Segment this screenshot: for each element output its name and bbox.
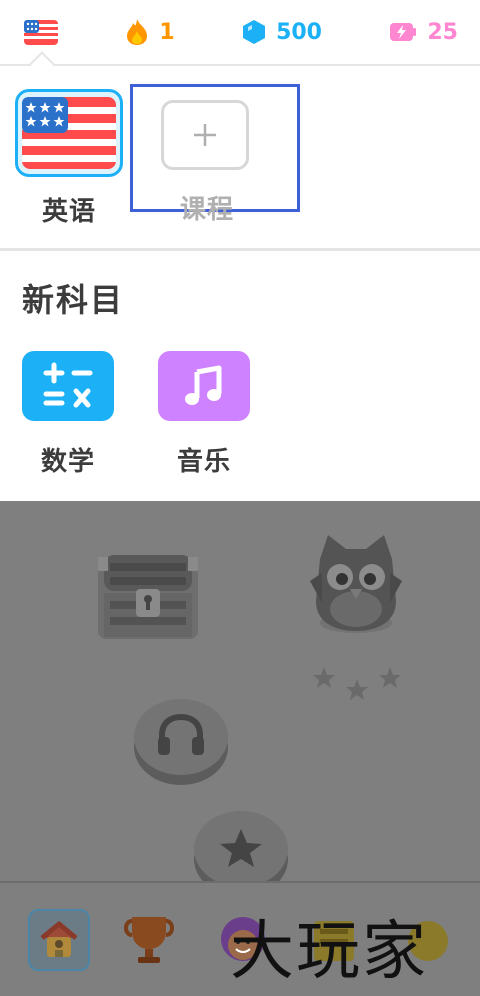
streak-counter[interactable]: 1 (125, 18, 175, 46)
subject-music-label: 音乐 (176, 447, 231, 477)
gem-icon (243, 20, 266, 44)
us-flag-icon (24, 19, 58, 45)
plus-icon (161, 100, 249, 170)
learning-path-overlay (0, 501, 480, 881)
battery-energy-icon (390, 23, 417, 41)
add-course-button[interactable]: 课程 (130, 84, 300, 225)
gems-count: 500 (276, 19, 322, 45)
streak-count: 1 (159, 19, 175, 45)
fire-icon (127, 19, 148, 45)
trophy-icon (124, 917, 174, 963)
section-title: 新科目 (22, 281, 125, 319)
home-icon (40, 921, 78, 957)
subject-math-label: 数学 (40, 447, 95, 477)
owl-character-icon (310, 535, 402, 633)
add-course-label: 课程 (179, 195, 234, 225)
nav-leaderboard[interactable] (118, 909, 180, 971)
course-english[interactable]: 英语 (12, 89, 126, 228)
star-lesson-icon[interactable] (192, 807, 290, 881)
course-switcher[interactable] (24, 19, 58, 45)
us-flag-icon (22, 97, 116, 169)
top-status-bar: 1 500 25 (0, 0, 480, 66)
subject-math[interactable]: 数学 (22, 351, 114, 478)
stars-icon (313, 667, 401, 700)
new-subjects-section: 新科目 数学 音乐 (0, 251, 480, 501)
watermark-text: 大玩家 (230, 915, 428, 989)
music-icon (158, 351, 250, 421)
headphones-icon[interactable] (132, 695, 230, 787)
treasure-chest-icon (98, 555, 198, 639)
nav-home[interactable] (28, 909, 90, 971)
course-english-label: 英语 (41, 197, 96, 227)
course-english-tile[interactable] (15, 89, 123, 177)
math-icon (22, 351, 114, 421)
courses-panel: 英语 课程 (0, 68, 480, 251)
subject-music[interactable]: 音乐 (158, 351, 250, 478)
energy-count: 25 (427, 19, 458, 45)
energy-counter[interactable]: 25 (389, 20, 458, 45)
gems-counter[interactable]: 500 (242, 19, 322, 45)
